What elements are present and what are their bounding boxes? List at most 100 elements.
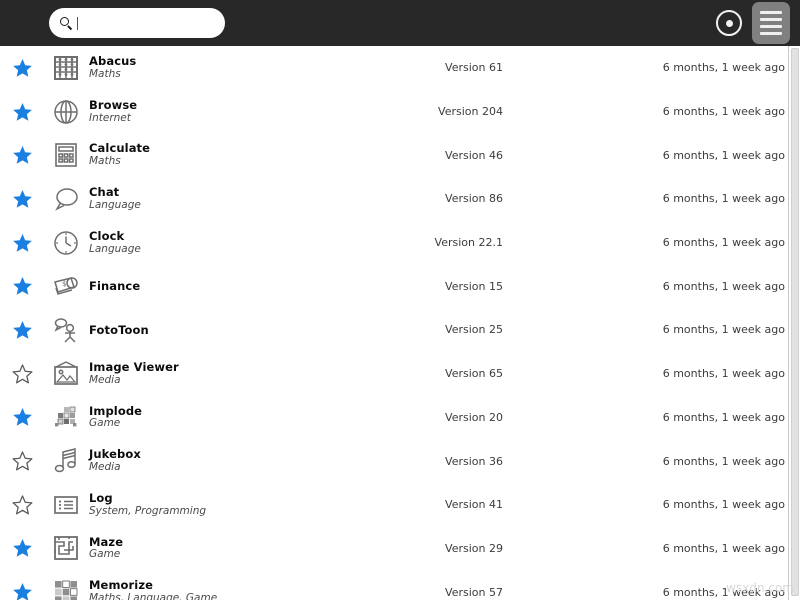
activity-category: Language [89,242,141,255]
activity-category: Language [89,198,141,211]
activity-version: Version 57 [445,585,503,599]
activity-modified: 6 months, 1 week ago [662,236,785,250]
star-filled-icon[interactable] [12,538,33,559]
activity-name: Log [89,490,113,505]
abacus-icon [51,53,81,83]
star-filled-icon[interactable] [12,582,33,600]
activity-name-cell: Implode Game [89,396,142,440]
activity-name: Abacus [89,54,137,69]
activity-name-cell: Jukebox Media [89,439,141,483]
activity-list-window: Abacus Maths Version 61 6 months, 1 week ag… [0,0,800,600]
toolbar-right-controls [716,0,790,46]
hamburger-menu-icon[interactable] [752,2,790,44]
activity-name-cell: Log System, Programming [89,483,206,527]
activity-name: Memorize [89,578,154,593]
activity-modified: 6 months, 1 week ago [662,105,785,119]
activity-version: Version 65 [445,367,503,381]
table-row[interactable]: Chat Language Version 86 6 months, 1 week a… [0,177,788,221]
list-icon [51,490,81,520]
table-row[interactable]: Jukebox Media Version 36 6 months, 1 week a… [0,439,788,483]
activity-category: Media [89,373,121,386]
activity-version: Version 46 [445,148,503,162]
activity-version: Version 29 [445,541,503,555]
fototoon-icon [51,315,81,345]
activity-version: Version 204 [438,105,503,119]
activity-modified: 6 months, 1 week ago [662,498,785,512]
activity-name: Browse [89,97,138,112]
star-outline-icon[interactable] [12,451,33,472]
table-row[interactable]: Clock Language Version 22.1 6 months, 1 wee… [0,220,788,265]
table-row[interactable]: Calculate Maths Version 46 6 months, 1 week… [0,133,788,178]
music-note-icon [51,446,81,476]
activity-modified: 6 months, 1 week ago [662,585,785,599]
activity-version: Version 15 [445,279,503,293]
activity-name: FotoToon [89,322,149,337]
blocks-icon [51,402,81,432]
star-filled-icon[interactable] [12,276,33,297]
text-cursor [77,16,78,30]
picture-icon [51,359,81,389]
table-row[interactable]: Image Viewer Media Version 65 6 months, 1 w… [0,351,788,396]
table-row[interactable]: Memorize Maths, Language, Game Version 57 6… [0,570,788,600]
activity-name: Calculate [89,141,151,156]
activity-modified: 6 months, 1 week ago [662,541,785,555]
table-row[interactable]: Maze Game Version 29 6 months, 1 week ago [0,526,788,571]
activity-name: Jukebox [89,447,141,462]
toolbar [0,0,800,46]
table-row[interactable]: FotoToon Version 25 6 months, 1 week ago [0,308,788,352]
search-input[interactable] [79,16,219,30]
star-filled-icon[interactable] [12,188,33,209]
activity-name-cell: Image Viewer Media [89,352,179,396]
activity-category: Maths [89,155,121,168]
star-filled-icon[interactable] [12,319,33,340]
star-filled-icon[interactable] [12,101,33,122]
table-row[interactable]: $ Finance Version 15 6 months, 1 week ago [0,264,788,309]
table-row[interactable]: Log System, Programming Version 41 6 months… [0,482,788,527]
activity-modified: 6 months, 1 week ago [662,148,785,162]
activity-modified: 6 months, 1 week ago [662,323,785,337]
activity-name-cell: Calculate Maths [89,133,150,177]
svg-text:$: $ [62,280,66,288]
activity-category: Game [89,417,121,430]
activity-version: Version 86 [445,192,503,206]
record-circle-icon[interactable] [716,10,742,36]
star-filled-icon[interactable] [12,407,33,428]
activity-category: Game [89,548,121,561]
star-outline-icon[interactable] [12,494,33,515]
activity-category: Maths [89,67,121,80]
search-field[interactable] [49,8,225,38]
activity-version: Version 61 [445,61,503,75]
grid-icon [51,577,81,600]
activity-version: Version 22.1 [434,236,503,250]
globe-icon [51,97,81,127]
star-outline-icon[interactable] [12,363,33,384]
activity-modified: 6 months, 1 week ago [662,454,785,468]
scrollbar-thumb[interactable] [791,48,799,596]
activity-name: Maze [89,534,124,549]
activity-version: Version 41 [445,498,503,512]
activity-name-cell: Chat Language [89,177,141,221]
activity-category: System, Programming [89,504,207,517]
table-row[interactable]: Abacus Maths Version 61 6 months, 1 week ag… [0,46,788,90]
calculator-icon [51,140,81,170]
activity-name: Finance [89,278,141,293]
star-filled-icon[interactable] [12,57,33,78]
activity-version: Version 20 [445,410,503,424]
clock-icon [51,228,81,258]
activity-modified: 6 months, 1 week ago [662,61,785,75]
activity-name: Clock [89,228,125,243]
activity-category: Internet [89,111,131,124]
vertical-scrollbar[interactable] [788,46,800,600]
activity-modified: 6 months, 1 week ago [662,410,785,424]
activity-name-cell: Clock Language [89,221,141,265]
star-filled-icon[interactable] [12,232,33,253]
table-row[interactable]: Browse Internet Version 204 6 months, 1 wee… [0,89,788,134]
activity-name-cell: FotoToon [89,308,149,352]
activity-name: Chat [89,185,120,200]
activity-name-cell: Maze Game [89,527,123,571]
search-icon [60,16,73,30]
star-filled-icon[interactable] [12,145,33,166]
activity-name-cell: Browse Internet [89,90,137,134]
table-row[interactable]: Implode Game Version 20 6 months, 1 week ag… [0,395,788,440]
activity-list[interactable]: Abacus Maths Version 61 6 months, 1 week ag… [0,46,788,600]
